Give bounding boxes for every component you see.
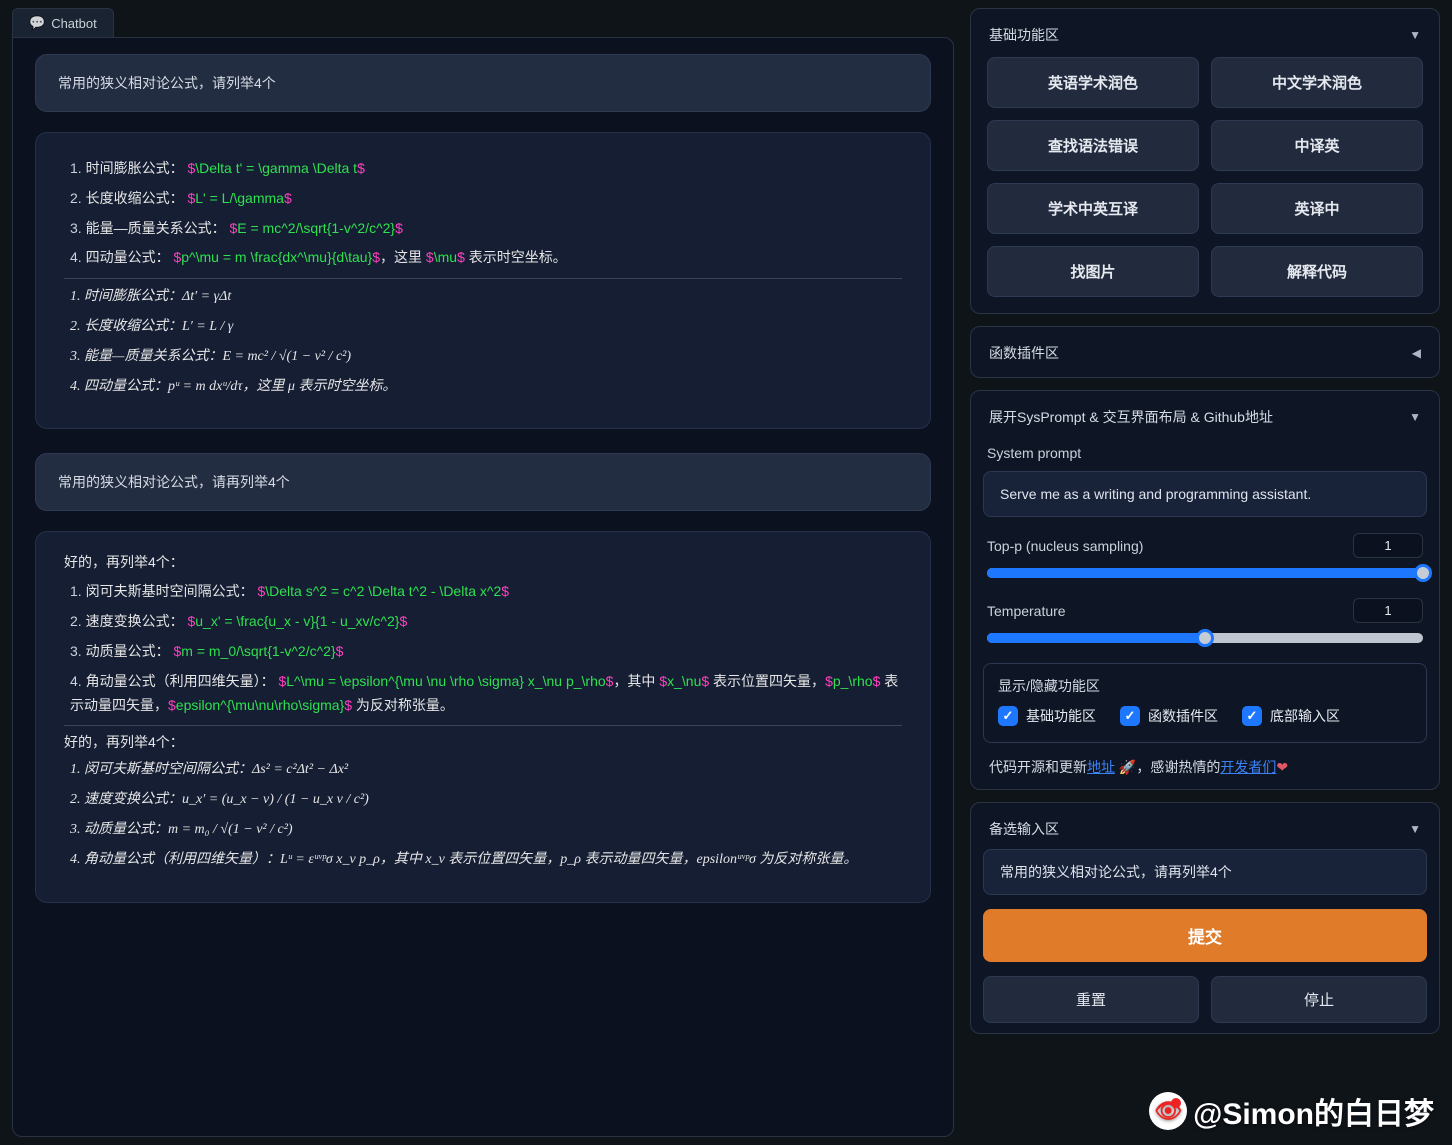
- user-message: 常用的狭义相对论公式，请列举4个: [35, 54, 931, 112]
- chevron-down-icon[interactable]: ▼: [1409, 822, 1421, 836]
- chevron-down-icon[interactable]: ▼: [1409, 28, 1421, 42]
- developers-link[interactable]: 开发者们: [1220, 759, 1276, 775]
- fn-find-image[interactable]: 找图片: [987, 246, 1199, 297]
- rocket-icon: 🚀: [1119, 759, 1136, 775]
- alt-input-field[interactable]: [983, 849, 1427, 895]
- heart-icon: ❤: [1276, 759, 1288, 775]
- checkbox-icon: ✓: [1242, 706, 1262, 726]
- fn-explain-code[interactable]: 解释代码: [1211, 246, 1423, 297]
- top-p-slider[interactable]: [987, 568, 1423, 578]
- tab-label: Chatbot: [51, 16, 97, 31]
- system-prompt-input[interactable]: Serve me as a writing and programming as…: [983, 471, 1427, 517]
- top-p-value[interactable]: 1: [1353, 533, 1423, 558]
- chat-icon: 💬: [29, 15, 45, 31]
- toggle-basic-area[interactable]: ✓ 基础功能区: [998, 706, 1096, 726]
- panel-title: 展开SysPrompt & 交互界面布局 & Github地址: [989, 407, 1273, 427]
- temperature-value[interactable]: 1: [1353, 598, 1423, 623]
- submit-button[interactable]: 提交: [983, 909, 1427, 962]
- assistant-message: 好的，再列举4个： 闵可夫斯基时空间隔公式： $\Delta s^2 = c^2…: [35, 531, 931, 902]
- fn-en-to-zh[interactable]: 英译中: [1211, 183, 1423, 234]
- chevron-left-icon[interactable]: ◀: [1412, 346, 1421, 360]
- fn-academic-translate[interactable]: 学术中英互译: [987, 183, 1199, 234]
- fn-zh-to-en[interactable]: 中译英: [1211, 120, 1423, 171]
- panel-title: 基础功能区: [989, 25, 1059, 45]
- basic-functions-panel: 基础功能区 ▼ 英语学术润色 中文学术润色 查找语法错误 中译英 学术中英互译 …: [970, 8, 1440, 314]
- system-prompt-label: System prompt: [983, 437, 1427, 465]
- stop-button[interactable]: 停止: [1211, 976, 1427, 1023]
- panel-title: 函数插件区: [989, 343, 1059, 363]
- checkbox-icon: ✓: [1120, 706, 1140, 726]
- reset-button[interactable]: 重置: [983, 976, 1199, 1023]
- top-p-label: Top-p (nucleus sampling): [987, 538, 1143, 554]
- temperature-label: Temperature: [987, 603, 1066, 619]
- toggle-area-title: 显示/隐藏功能区: [998, 676, 1412, 696]
- toggle-plugin-area[interactable]: ✓ 函数插件区: [1120, 706, 1218, 726]
- visibility-toggle-area: 显示/隐藏功能区 ✓ 基础功能区 ✓ 函数插件区 ✓ 底部输入区: [983, 663, 1427, 743]
- panel-title: 备选输入区: [989, 819, 1059, 839]
- checkbox-icon: ✓: [998, 706, 1018, 726]
- chevron-down-icon[interactable]: ▼: [1409, 410, 1421, 424]
- sysprompt-panel: 展开SysPrompt & 交互界面布局 & Github地址 ▼ System…: [970, 390, 1440, 790]
- source-link[interactable]: 地址: [1087, 759, 1115, 775]
- alt-input-panel: 备选输入区 ▼ 提交 重置 停止: [970, 802, 1440, 1034]
- fn-chinese-polish[interactable]: 中文学术润色: [1211, 57, 1423, 108]
- fn-english-polish[interactable]: 英语学术润色: [987, 57, 1199, 108]
- tab-chatbot[interactable]: 💬 Chatbot: [12, 8, 114, 37]
- plugin-panel: 函数插件区 ◀: [970, 326, 1440, 378]
- footer-note: 代码开源和更新地址 🚀，感谢热情的开发者们❤: [983, 743, 1427, 779]
- assistant-message: 时间膨胀公式： $\Delta t' = \gamma \Delta t$ 长度…: [35, 132, 931, 429]
- fn-grammar-check[interactable]: 查找语法错误: [987, 120, 1199, 171]
- chat-panel[interactable]: 常用的狭义相对论公式，请列举4个 时间膨胀公式： $\Delta t' = \g…: [12, 37, 954, 1137]
- temperature-slider[interactable]: [987, 633, 1423, 643]
- toggle-input-area[interactable]: ✓ 底部输入区: [1242, 706, 1340, 726]
- user-message: 常用的狭义相对论公式，请再列举4个: [35, 453, 931, 511]
